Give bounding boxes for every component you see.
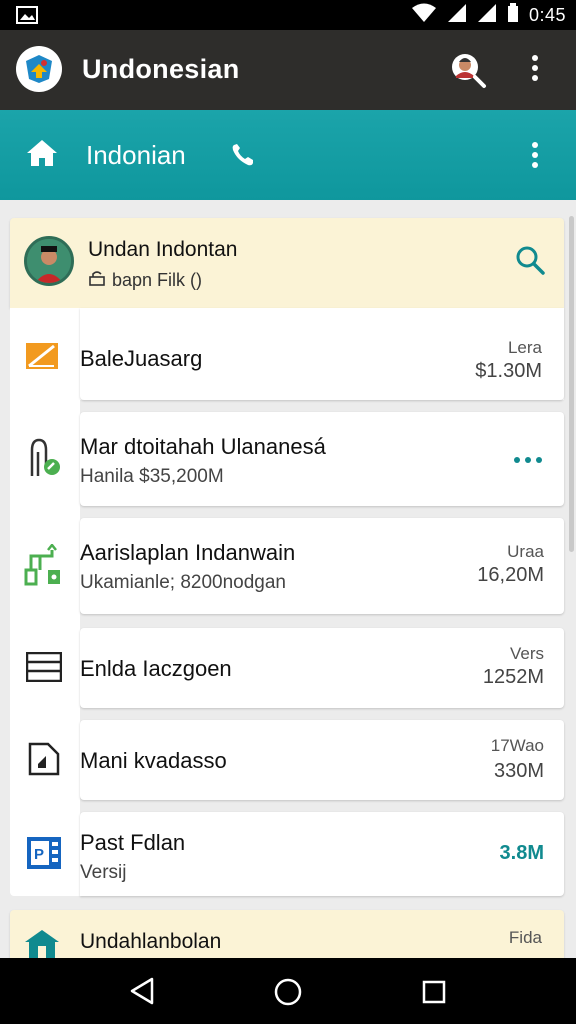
wifi-icon — [411, 3, 437, 28]
item-subtitle: Versij — [80, 862, 127, 883]
network-icon — [24, 542, 66, 591]
item-title: Undahlanbolan — [80, 930, 222, 953]
phone-icon[interactable] — [230, 142, 256, 173]
profile-subline-text: bapn Filk () — [112, 270, 203, 290]
item-title: Aarislaplan Indanwain — [80, 540, 296, 565]
house-icon — [24, 928, 60, 958]
search-icon[interactable] — [514, 244, 546, 281]
list-item-footer[interactable]: Undahlanbolan Fida — [10, 910, 564, 958]
clock: 0:45 — [528, 5, 566, 25]
home-icon[interactable] — [26, 138, 58, 173]
item-title: Mar dtoitahah Ulananesá — [80, 434, 326, 459]
more-options-icon[interactable] — [512, 452, 544, 470]
app-title: Undonesian — [82, 54, 240, 84]
item-meta-label: Fida — [508, 928, 542, 947]
overflow-menu-icon[interactable] — [530, 54, 540, 87]
item-meta-value: 3.8M — [499, 842, 544, 864]
folder-icon — [28, 742, 60, 781]
back-icon[interactable] — [128, 976, 156, 1011]
lock-icon — [88, 270, 106, 291]
list-icon — [25, 651, 63, 687]
app-logo-icon[interactable] — [16, 46, 62, 92]
chart-slash-icon — [24, 340, 60, 377]
toolbar-overflow-icon[interactable] — [530, 142, 540, 173]
content-list: Undan Indontan bapn Filk () BaleJuasarg … — [0, 200, 576, 958]
battery-icon — [507, 3, 519, 28]
item-meta-value: 330M — [493, 760, 544, 782]
item-meta-label: Uraa — [507, 542, 544, 561]
section-toolbar: Indonian — [0, 110, 576, 200]
item-meta-label: Vers — [509, 644, 544, 663]
item-meta-value: 16,20M — [477, 564, 544, 586]
item-meta-value: $1.30M — [475, 360, 542, 382]
toolbar-label: Indonian — [86, 140, 186, 170]
plug-icon — [26, 436, 66, 483]
system-nav-bar — [0, 958, 576, 1024]
profile-avatar — [24, 236, 74, 286]
item-meta-label: Lera — [507, 338, 542, 357]
profile-name: Undan Indontan — [88, 238, 238, 261]
home-circle-icon[interactable] — [273, 977, 303, 1012]
item-meta-value: 1252M — [482, 666, 544, 688]
avatar-search-button[interactable] — [450, 52, 488, 95]
item-subtitle: Hanila $35,200M — [80, 466, 224, 487]
list-item[interactable]: BaleJuasarg Lera $1.30M — [10, 308, 564, 400]
profile-card[interactable]: Undan Indontan bapn Filk () — [10, 218, 564, 308]
item-title: BaleJuasarg — [80, 346, 203, 371]
svg-text:P: P — [34, 846, 44, 863]
gallery-notification-icon — [16, 5, 38, 30]
signal-2-icon — [477, 3, 497, 28]
document-icon: P — [26, 836, 62, 875]
app-bar: Undonesian — [0, 30, 576, 110]
status-bar: 0:45 — [0, 0, 576, 30]
recents-icon[interactable] — [421, 979, 447, 1010]
item-title: Past Fdlan — [80, 830, 186, 855]
item-title: Enlda Iaczgoen — [80, 656, 232, 681]
signal-icon — [447, 3, 467, 28]
item-subtitle: Ukamianle; 8200nodgan — [80, 572, 286, 593]
item-meta-label: 17Wao — [490, 736, 544, 755]
profile-subline: bapn Filk () — [88, 270, 202, 291]
item-title: Mani kvadasso — [80, 748, 227, 773]
